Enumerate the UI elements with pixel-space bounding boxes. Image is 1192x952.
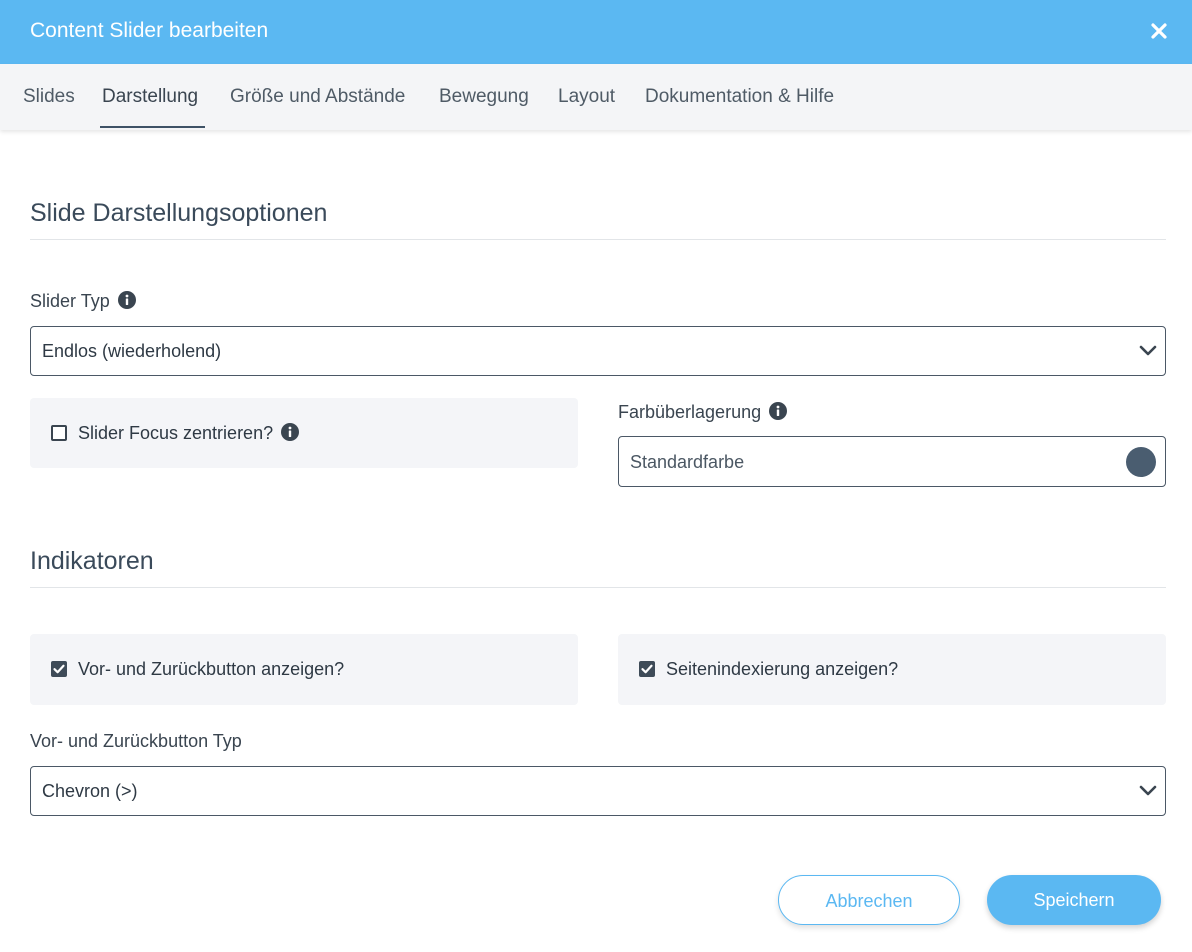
slider-type-value: Endlos (wiederholend) [42, 341, 222, 361]
slider-type-label-row: Slider Typ [30, 291, 136, 312]
tab-groesse-abstaende[interactable]: Größe und Abstände [230, 86, 405, 108]
color-overlay-label-row: Farbüberlagerung [618, 402, 788, 423]
nav-button-type-label: Vor- und Zurückbutton Typ [30, 731, 242, 751]
nav-button-type-select[interactable]: Chevron (>) [30, 766, 1166, 816]
nav-buttons-panel: Vor- und Zurückbutton anzeigen? [30, 634, 578, 705]
center-focus-label: Slider Focus zentrieren? [78, 423, 274, 443]
color-overlay-field[interactable]: Standardfarbe [618, 436, 1166, 487]
color-overlay-value: Standardfarbe [630, 452, 745, 472]
pagination-panel: Seitenindexierung anzeigen? [618, 634, 1166, 705]
nav-buttons-label: Vor- und Zurückbutton anzeigen? [78, 659, 345, 679]
cancel-button[interactable]: Abbrechen [778, 875, 960, 925]
tab-darstellung[interactable]: Darstellung [102, 86, 198, 108]
tab-layout[interactable]: Layout [558, 86, 615, 108]
info-icon[interactable] [117, 291, 136, 309]
close-icon[interactable] [1146, 18, 1172, 44]
tab-slides[interactable]: Slides [23, 86, 75, 108]
tab-bar: Slides Darstellung Größe und Abstände Be… [0, 64, 1192, 130]
info-icon[interactable] [281, 423, 300, 441]
dialog-header: Content Slider bearbeiten [0, 0, 1192, 64]
nav-button-type-value: Chevron (>) [42, 781, 138, 801]
active-tab-indicator [100, 126, 205, 128]
color-overlay-label: Farbüberlagerung [618, 402, 762, 422]
dialog-title: Content Slider bearbeiten [30, 19, 269, 42]
chevron-down-icon [1139, 784, 1157, 798]
pagination-checkbox[interactable] [639, 661, 655, 677]
section-title-indicators: Indikatoren [30, 547, 154, 575]
tab-dokumentation-hilfe[interactable]: Dokumentation & Hilfe [645, 86, 834, 108]
chevron-down-icon [1139, 344, 1157, 358]
section-divider [30, 587, 1166, 588]
slider-type-select[interactable]: Endlos (wiederholend) [30, 326, 1166, 376]
section-title-display: Slide Darstellungsoptionen [30, 199, 328, 227]
section-divider [30, 239, 1166, 240]
color-swatch[interactable] [1126, 447, 1156, 477]
center-focus-checkbox[interactable] [51, 425, 67, 441]
slider-type-label: Slider Typ [30, 291, 110, 311]
pagination-label: Seitenindexierung anzeigen? [666, 659, 899, 679]
nav-buttons-checkbox[interactable] [51, 661, 67, 677]
checkmark-icon [641, 664, 653, 674]
center-focus-label-row: Slider Focus zentrieren? [78, 423, 300, 444]
info-icon[interactable] [769, 402, 788, 420]
center-focus-panel: Slider Focus zentrieren? [30, 398, 578, 468]
tab-bewegung[interactable]: Bewegung [439, 86, 529, 108]
checkmark-icon [53, 664, 65, 674]
save-button[interactable]: Speichern [987, 875, 1161, 925]
